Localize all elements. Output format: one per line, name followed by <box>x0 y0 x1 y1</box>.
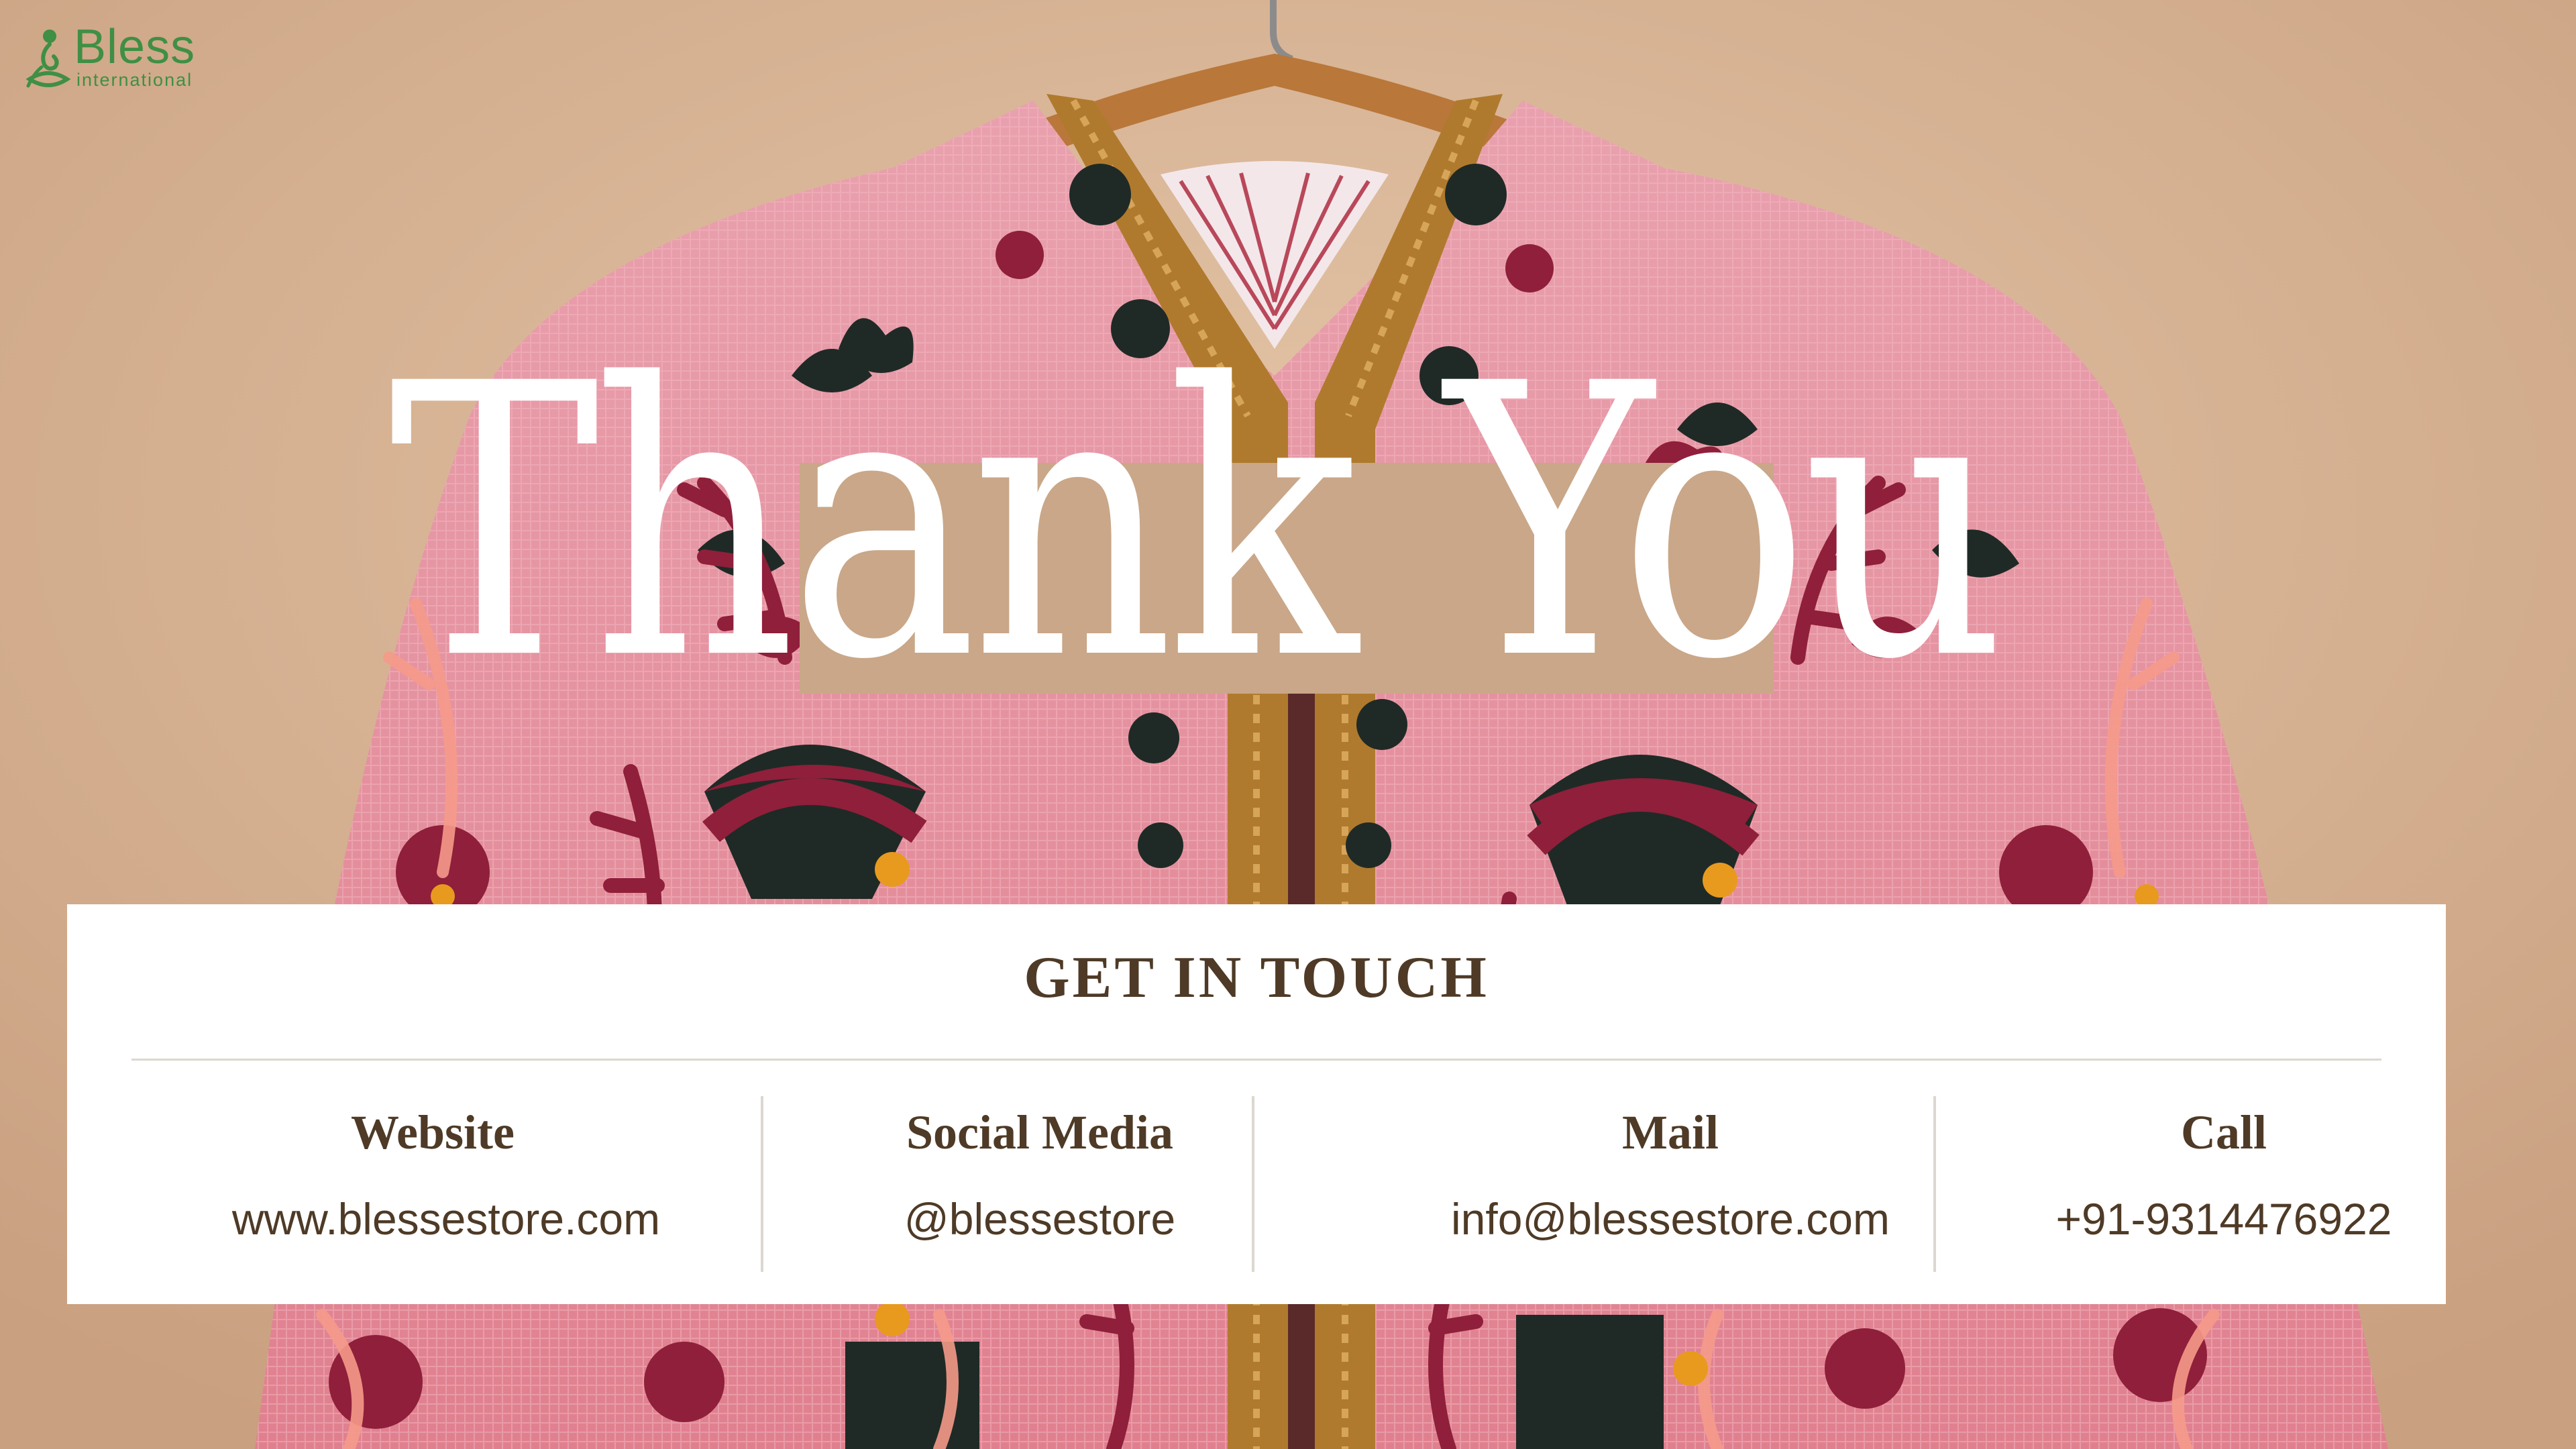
contact-card: GET IN TOUCH Website www.blessestore.com… <box>67 904 2446 1304</box>
contact-social-media: Social Media @blessestore <box>832 1097 1248 1264</box>
phone-link[interactable]: +91-9314476922 <box>2012 1197 2435 1241</box>
social-media-label: Social Media <box>906 1106 1173 1159</box>
mail-label: Mail <box>1622 1106 1719 1159</box>
contact-mail: Mail info@blessestore.com <box>1328 1097 2012 1264</box>
brand-wordmark: Bless international <box>74 23 235 94</box>
contact-call: Call +91-9314476922 <box>2012 1097 2435 1264</box>
brand-logo[interactable]: Bless international <box>24 23 235 101</box>
column-separator <box>761 1096 763 1272</box>
social-media-handle[interactable]: @blessestore <box>832 1197 1248 1241</box>
brand-subtitle: international <box>76 70 193 90</box>
mail-link[interactable]: info@blessestore.com <box>1328 1197 2012 1241</box>
yoga-figure-icon <box>25 30 71 88</box>
call-label: Call <box>2180 1106 2267 1159</box>
contact-divider <box>131 1059 2381 1061</box>
thank-you-heading: Thank You <box>389 305 2006 742</box>
column-separator <box>1933 1096 1936 1272</box>
website-label: Website <box>351 1106 515 1159</box>
column-separator <box>1252 1096 1254 1272</box>
contact-website: Website www.blessestore.com <box>107 1097 785 1264</box>
brand-name: Bless <box>74 20 196 74</box>
website-link[interactable]: www.blessestore.com <box>107 1197 785 1241</box>
contact-title: GET IN TOUCH <box>1024 945 1489 1010</box>
